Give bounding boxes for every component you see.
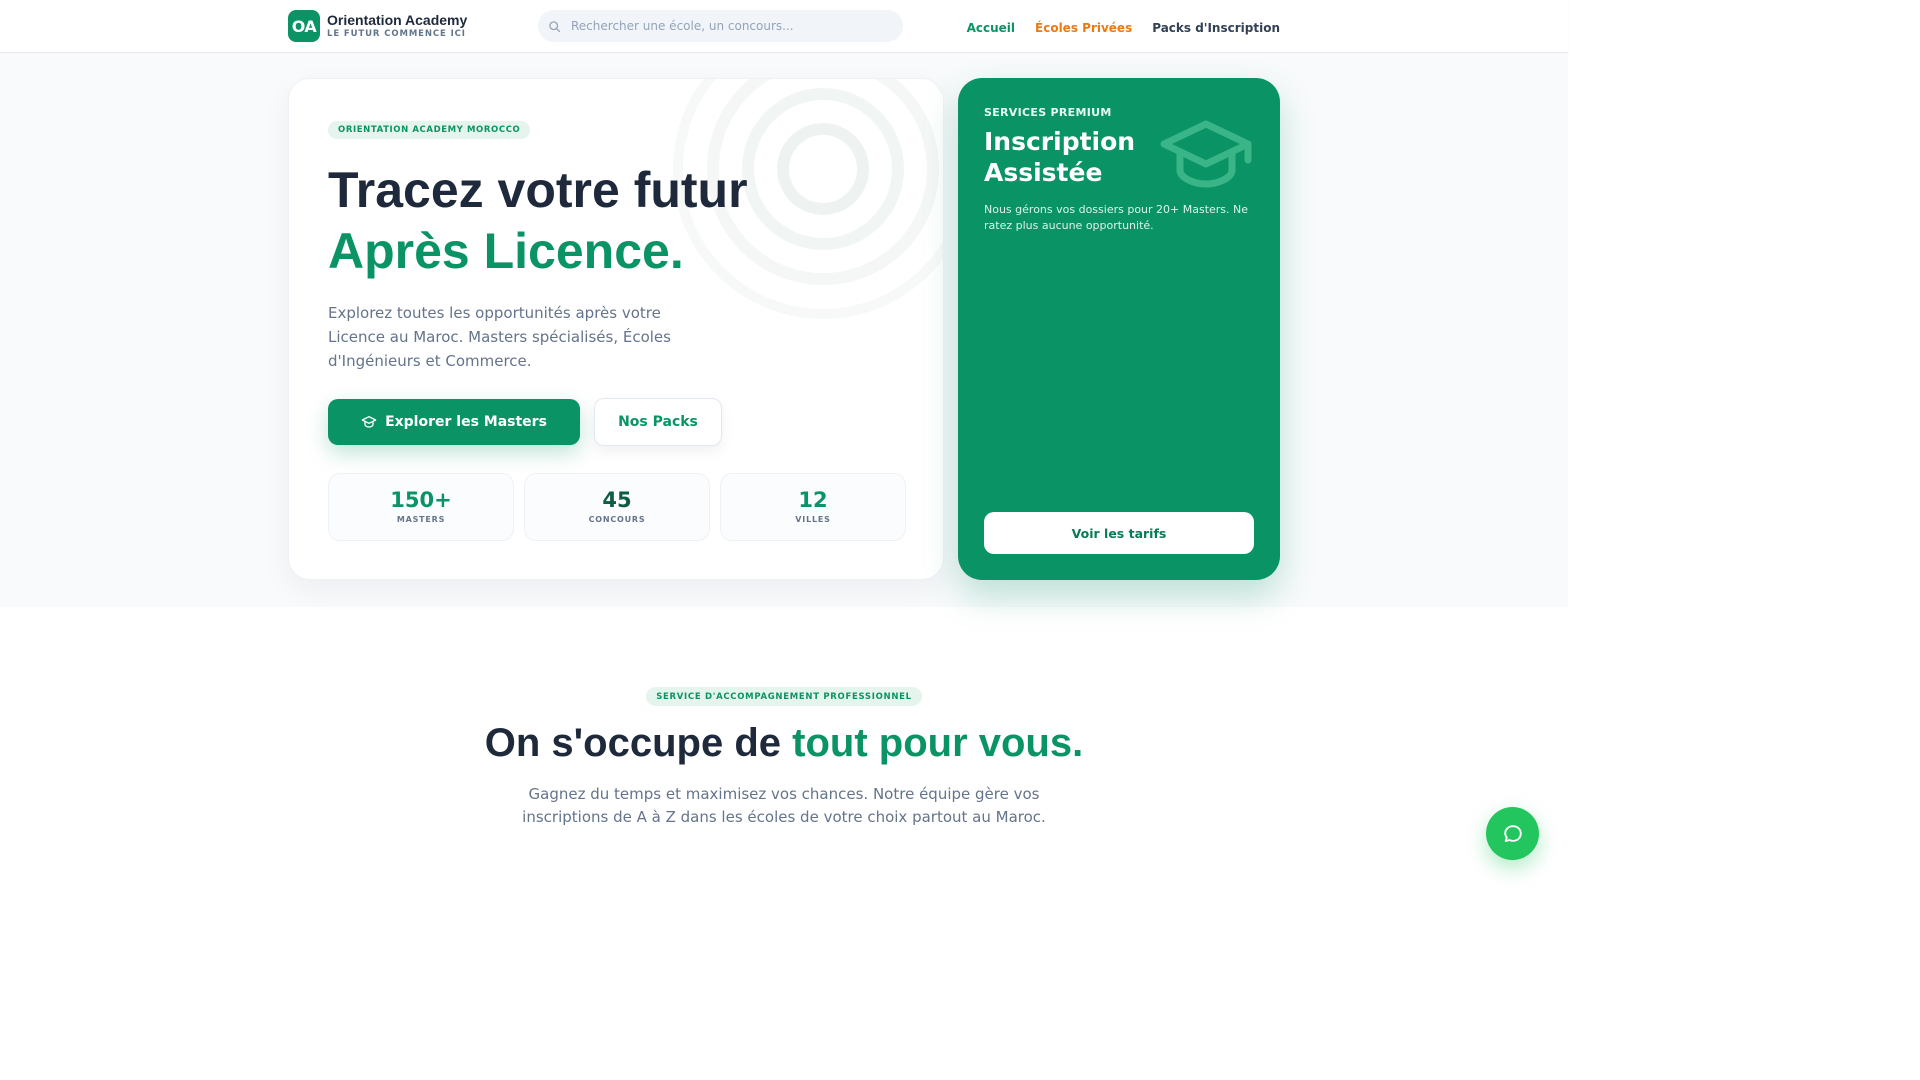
main-nav: Accueil Écoles Privées Packs d'Inscripti…	[967, 21, 1280, 35]
hero-title: Tracez votre futur	[328, 162, 748, 218]
stat-card: 45 CONCOURS	[524, 473, 710, 541]
services-title-accent: tout pour vous.	[792, 721, 1084, 765]
nav-link-home[interactable]: Accueil	[967, 21, 1015, 35]
search-icon	[549, 20, 561, 32]
stat-label: CONCOURS	[588, 515, 646, 524]
logo-badge: OA	[288, 10, 320, 42]
services-badge: SERVICE D'ACCOMPAGNEMENT PROFESSIONNEL	[646, 687, 922, 706]
nav-link-packs[interactable]: Packs d'Inscription	[1152, 21, 1280, 35]
stat-card: 12 VILLES	[720, 473, 906, 541]
logo-name: Orientation Academy	[327, 12, 468, 28]
stat-label: VILLES	[795, 515, 831, 524]
stat-value: 150+	[390, 488, 452, 512]
site-header: OA Orientation Academy LE FUTUR COMMENCE…	[0, 0, 1568, 53]
logo-tagline: LE FUTUR COMMENCE ICI	[327, 29, 466, 39]
stat-value: 45	[602, 488, 632, 512]
hero-card: ORIENTATION ACADEMY MOROCCO Tracez votre…	[288, 78, 944, 580]
premium-service-card: SERVICES PREMIUM Inscription Assistée No…	[958, 78, 1280, 580]
view-pricing-button[interactable]: Voir les tarifs	[984, 512, 1254, 554]
premium-label: SERVICES PREMIUM	[984, 106, 1112, 119]
chat-bubble-icon	[1503, 824, 1522, 842]
stat-label: MASTERS	[396, 515, 446, 524]
explore-masters-button[interactable]: Explorer les Masters	[328, 399, 580, 445]
services-title-start: On s'occupe de	[484, 721, 793, 765]
nav-link-private-schools[interactable]: Écoles Privées	[1035, 21, 1132, 35]
logo[interactable]: OA Orientation Academy LE FUTUR COMMENCE…	[288, 10, 467, 42]
stats-row: 150+ MASTERS 45 CONCOURS 12 VILLES	[328, 473, 906, 541]
explore-masters-label: Explorer les Masters	[385, 414, 547, 430]
graduation-cap-icon	[361, 415, 377, 428]
logo-text: Orientation Academy LE FUTUR COMMENCE IC…	[327, 12, 467, 40]
hero-badge: ORIENTATION ACADEMY MOROCCO	[328, 121, 531, 139]
premium-description: Nous gérons vos dossiers pour 20+ Master…	[984, 203, 1249, 232]
chat-button[interactable]	[1486, 807, 1539, 860]
our-packs-button[interactable]: Nos Packs	[594, 398, 722, 446]
search-bar[interactable]	[538, 10, 903, 42]
hero-title-accent: Après Licence.	[328, 223, 684, 279]
premium-title: Inscription Assistée	[984, 127, 1136, 187]
stat-card: 150+ MASTERS	[328, 473, 514, 541]
services-description: Gagnez du temps et maximisez vos chances…	[522, 785, 1046, 826]
hero-description: Explorez toutes les opportunités après v…	[328, 304, 671, 370]
search-input[interactable]	[571, 19, 891, 33]
services-title: On s'occupe de tout pour vous.	[0, 718, 1568, 768]
stat-value: 12	[798, 488, 828, 512]
